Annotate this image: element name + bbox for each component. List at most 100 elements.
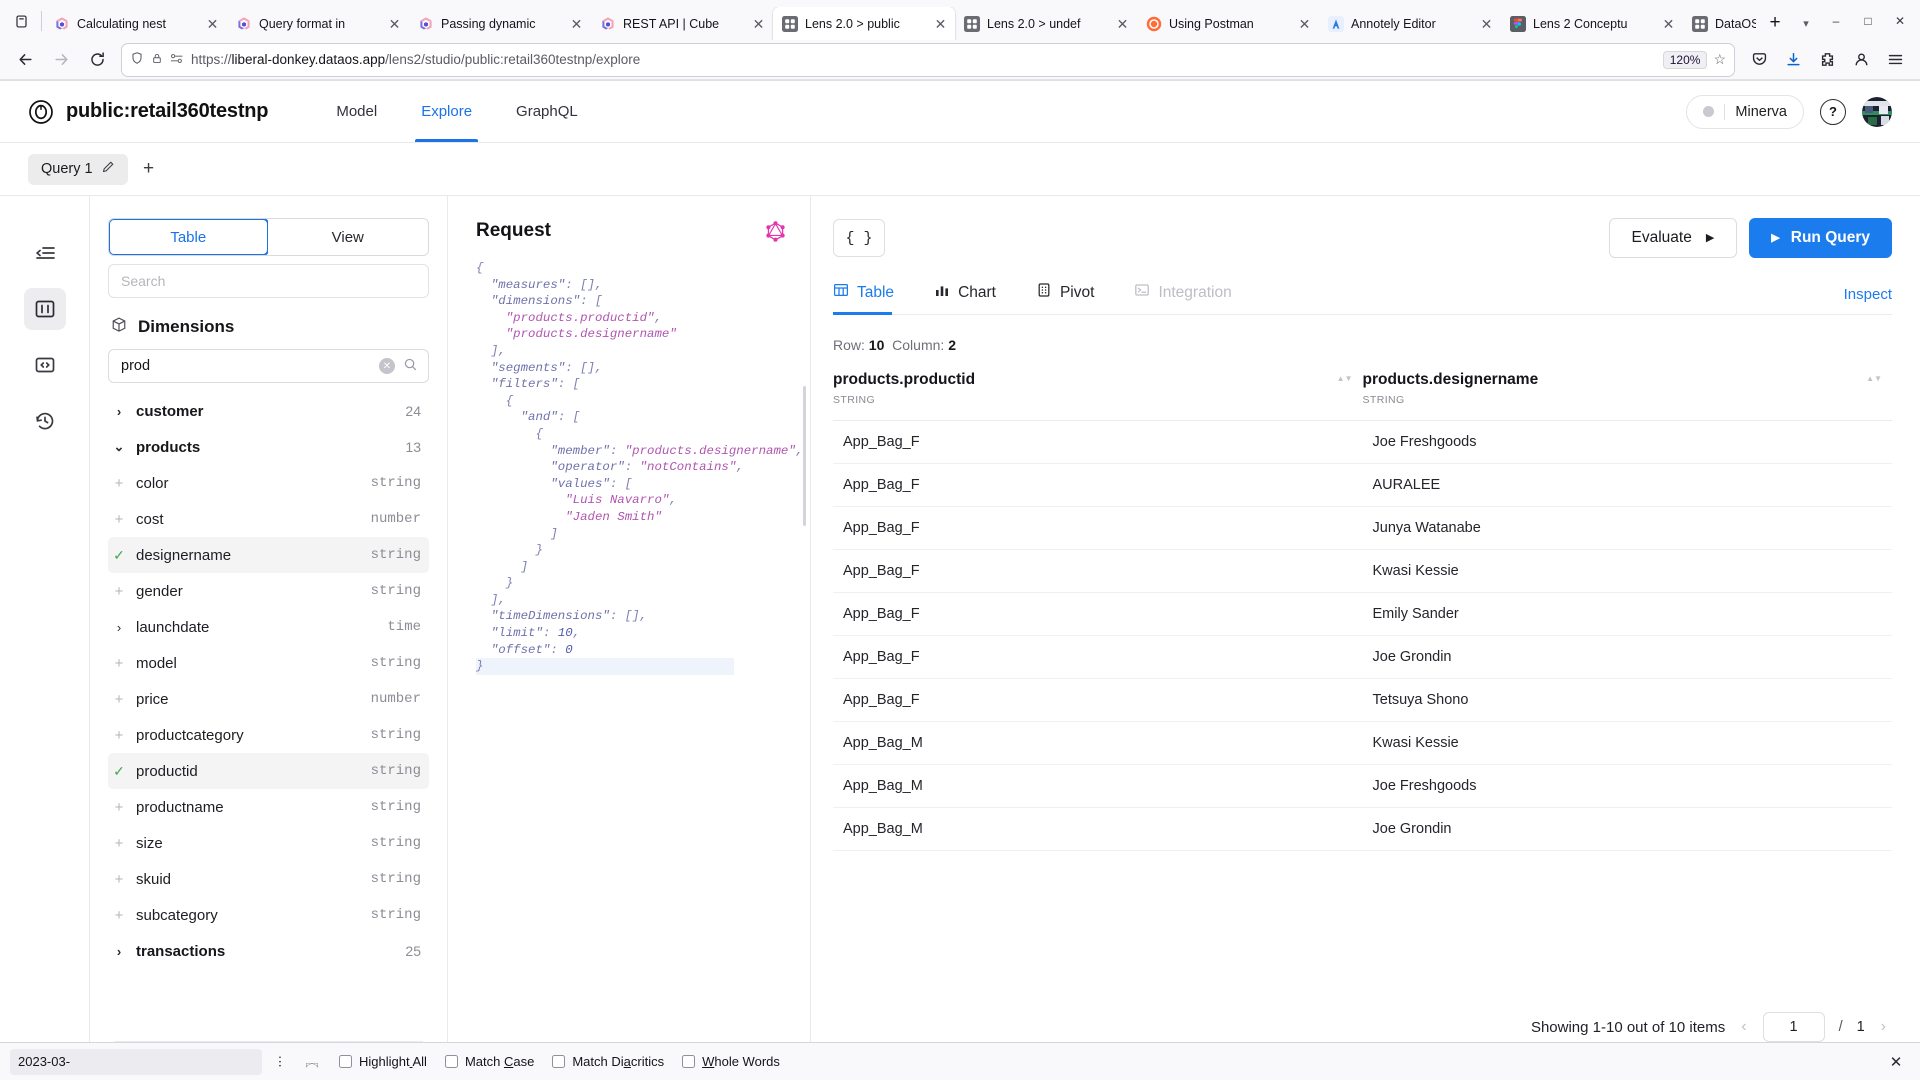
dimension-field-skuid[interactable]: + skuid string [108, 861, 429, 897]
zoom-level-badge[interactable]: 120% [1663, 51, 1707, 68]
plus-icon[interactable]: + [112, 836, 126, 851]
sort-toggle-icon[interactable]: ▲▼ [1866, 371, 1882, 383]
add-query-button[interactable]: + [134, 154, 164, 184]
find-option-highlight-all[interactable]: Highlight All [330, 1054, 436, 1069]
plus-icon[interactable]: + [112, 584, 126, 599]
dimension-group-products[interactable]: ⌄ products 13 [108, 429, 429, 465]
dimension-field-gender[interactable]: + gender string [108, 573, 429, 609]
find-option-whole-words[interactable]: Whole Words [673, 1054, 789, 1069]
close-tab-icon[interactable]: ✕ [386, 15, 403, 32]
history-icon[interactable] [24, 400, 66, 442]
close-tab-icon[interactable]: ✕ [204, 15, 221, 32]
dimension-field-designername[interactable]: ✓ designername string [108, 537, 429, 573]
app-nav-explore[interactable]: Explore [399, 81, 494, 142]
close-tab-icon[interactable]: ✕ [1660, 15, 1677, 32]
plus-icon[interactable]: + [112, 476, 126, 491]
help-icon[interactable]: ? [1820, 98, 1846, 125]
dimension-field-launchdate[interactable]: › launchdate time [108, 609, 429, 645]
plus-icon[interactable]: + [112, 800, 126, 815]
top-search-field[interactable]: Search [108, 264, 429, 298]
close-tab-icon[interactable]: ✕ [750, 15, 767, 32]
code-icon[interactable] [24, 344, 66, 386]
dimension-field-productcategory[interactable]: + productcategory string [108, 717, 429, 753]
user-avatar[interactable] [1862, 96, 1892, 127]
app-nav-graphql[interactable]: GraphQL [494, 81, 600, 142]
dimension-group-customer[interactable]: › customer 24 [108, 393, 429, 429]
tab-overflow-chevron-icon[interactable]: ▾ [1792, 8, 1820, 38]
plus-icon[interactable]: + [112, 512, 126, 527]
plus-icon[interactable]: + [112, 692, 126, 707]
account-icon[interactable] [1844, 44, 1878, 76]
workspace-selector[interactable]: Minerva [1686, 94, 1804, 129]
table-column-header[interactable]: products.designername STRING ▲▼ [1363, 371, 1893, 406]
plus-icon[interactable]: + [112, 908, 126, 923]
inspect-link[interactable]: Inspect [1844, 286, 1892, 314]
bookmark-star-icon[interactable]: ☆ [1713, 51, 1726, 68]
prev-page-icon[interactable]: ‹ [1739, 1018, 1748, 1036]
browser-tab[interactable]: Using Postman ✕ [1137, 7, 1319, 40]
find-previous-icon[interactable]: ︙ [266, 1049, 294, 1075]
find-option-match-case[interactable]: Match Case [436, 1054, 543, 1069]
dimension-group-transactions[interactable]: › transactions 25 [108, 933, 429, 969]
close-tab-icon[interactable]: ✕ [568, 15, 585, 32]
query-tab[interactable]: Query 1 [28, 153, 128, 185]
edit-pencil-icon[interactable] [101, 160, 115, 178]
address-bar[interactable]: https://liberal-donkey.dataos.app/lens2/… [122, 43, 1734, 76]
browser-tab[interactable]: Calculating nest ✕ [45, 7, 227, 40]
dimension-field-subcategory[interactable]: + subcategory string [108, 897, 429, 933]
extensions-icon[interactable] [1810, 44, 1844, 76]
sort-toggle-icon[interactable]: ▲▼ [1337, 371, 1353, 383]
find-next-icon[interactable]: ︗ [298, 1049, 326, 1075]
collapse-panel-icon[interactable] [24, 232, 66, 274]
browser-tab[interactable]: Lens 2.0 > public ✕ [773, 7, 955, 40]
close-tab-icon[interactable]: ✕ [1296, 15, 1313, 32]
browser-tab[interactable]: Passing dynamic ✕ [409, 7, 591, 40]
dimension-field-size[interactable]: + size string [108, 825, 429, 861]
dimension-field-model[interactable]: + model string [108, 645, 429, 681]
browser-tab[interactable]: Annotely Editor ✕ [1319, 7, 1501, 40]
close-window-icon[interactable]: ✕ [1884, 6, 1916, 36]
request-scrollbar[interactable] [803, 386, 806, 526]
checkbox-icon[interactable] [682, 1055, 696, 1068]
clear-search-icon[interactable]: ✕ [379, 358, 395, 374]
find-option-match-diacritics[interactable]: Match Diacritics [543, 1054, 673, 1069]
request-json-editor[interactable]: { "measures": [], "dimensions": [ "produ… [476, 260, 810, 1042]
close-findbar-icon[interactable]: ✕ [1882, 1049, 1910, 1075]
close-tab-icon[interactable]: ✕ [932, 15, 949, 32]
close-tab-icon[interactable]: ✕ [1114, 15, 1131, 32]
minimize-icon[interactable]: – [1820, 6, 1852, 36]
find-input[interactable]: 2023-03- [10, 1048, 262, 1075]
json-view-button[interactable]: { } [833, 219, 885, 257]
page-number-input[interactable]: 1 [1762, 1012, 1825, 1042]
tracking-protection-icon[interactable] [170, 52, 184, 68]
dimension-field-cost[interactable]: + cost number [108, 501, 429, 537]
columns-icon[interactable] [23, 288, 66, 330]
run-query-button[interactable]: ▶ Run Query [1749, 218, 1892, 258]
results-tab-chart[interactable]: Chart [932, 282, 1012, 314]
save-to-pocket-icon[interactable] [1742, 44, 1776, 76]
browser-tab[interactable]: Lens 2.0 > undef ✕ [955, 7, 1137, 40]
dimension-field-color[interactable]: + color string [108, 465, 429, 501]
segment-table[interactable]: Table [109, 219, 269, 255]
chevron-right-icon[interactable]: › [112, 620, 126, 635]
app-menu-icon[interactable] [1878, 44, 1912, 76]
segment-view[interactable]: View [267, 219, 428, 255]
browser-tab[interactable]: DataOS | App✕ [1683, 7, 1756, 40]
dimension-field-price[interactable]: + price number [108, 681, 429, 717]
dimensions-search[interactable]: ✕ [108, 349, 429, 383]
app-nav-model[interactable]: Model [314, 81, 399, 142]
results-tab-pivot[interactable]: Pivot [1034, 282, 1110, 314]
graphql-icon[interactable] [762, 218, 788, 244]
reload-icon[interactable] [80, 44, 114, 76]
checkbox-icon[interactable] [444, 1055, 458, 1068]
plus-icon[interactable]: + [112, 656, 126, 671]
evaluate-button[interactable]: Evaluate ▶ [1608, 218, 1738, 258]
new-tab-button[interactable]: + [1760, 8, 1790, 38]
list-all-tabs-icon[interactable] [4, 5, 38, 37]
browser-tab[interactable]: Lens 2 Conceptu ✕ [1501, 7, 1683, 40]
plus-icon[interactable]: + [112, 872, 126, 887]
maximize-icon[interactable]: □ [1852, 6, 1884, 36]
dimension-field-productid[interactable]: ✓ productid string [108, 753, 429, 789]
browser-tab[interactable]: Query format in ✕ [227, 7, 409, 40]
downloads-icon[interactable] [1776, 44, 1810, 76]
